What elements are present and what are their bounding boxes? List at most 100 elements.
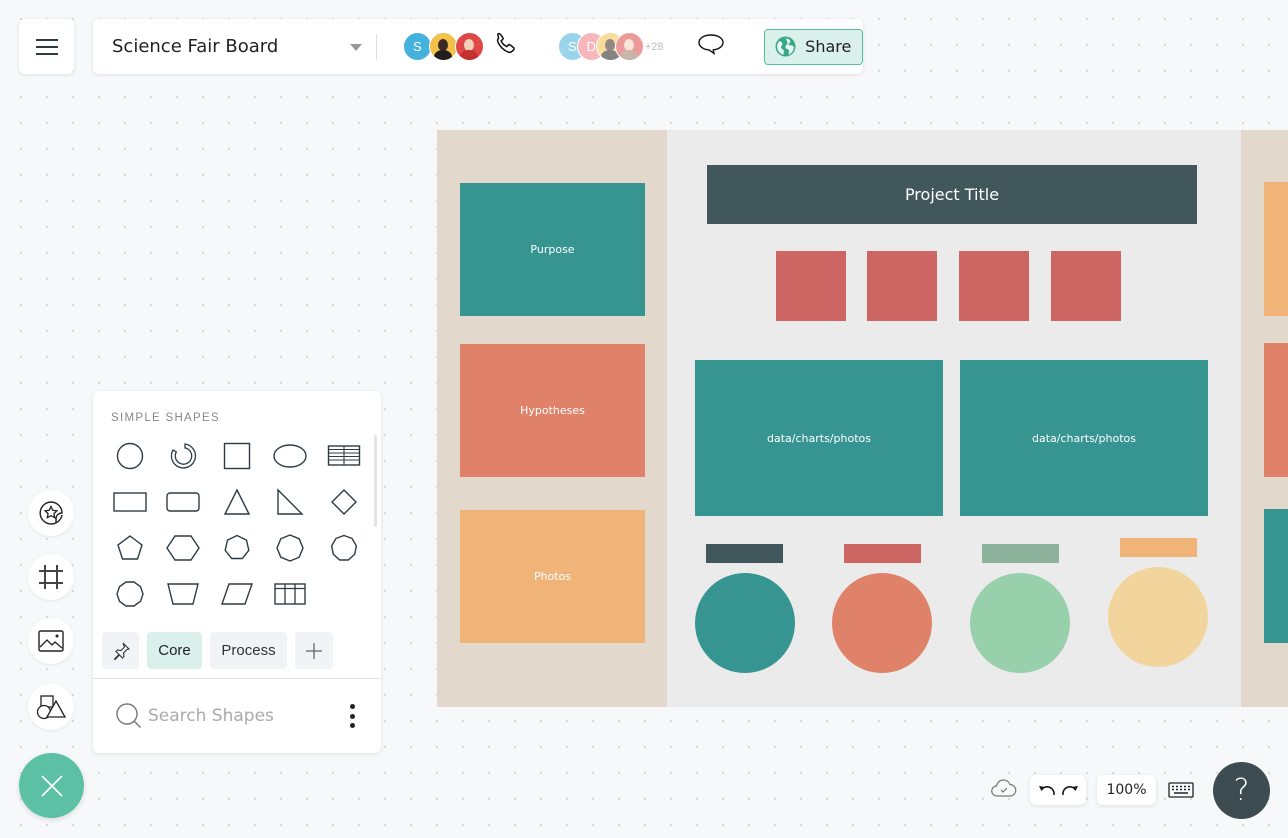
- redo-icon[interactable]: [1060, 782, 1080, 798]
- avatar-initial: D: [586, 39, 597, 54]
- image-icon: [38, 630, 64, 652]
- hamburger-icon: [35, 38, 58, 55]
- avatar[interactable]: [454, 32, 484, 61]
- shape-decagon[interactable]: [107, 571, 153, 617]
- shape-triangle[interactable]: [214, 479, 260, 525]
- label-bar[interactable]: [1120, 538, 1197, 557]
- undo-redo-group: [1030, 775, 1086, 805]
- red-square[interactable]: [1051, 251, 1121, 321]
- templates-button[interactable]: [28, 490, 74, 536]
- media-label: data/charts/photos: [1032, 431, 1136, 445]
- red-square[interactable]: [867, 251, 937, 321]
- tab-process[interactable]: Process: [210, 632, 287, 669]
- caret-down-icon[interactable]: [349, 44, 362, 51]
- tab-pinned[interactable]: [102, 632, 139, 669]
- avatar[interactable]: S: [402, 32, 432, 61]
- mint-circle[interactable]: [970, 573, 1070, 673]
- shape-parallelogram[interactable]: [214, 571, 260, 617]
- photos-label: Photos: [533, 570, 572, 583]
- close-panel-button[interactable]: [19, 753, 84, 818]
- shape-right-triangle[interactable]: [267, 479, 313, 525]
- coral-circle[interactable]: [832, 573, 932, 673]
- toolbar-divider: [375, 33, 377, 60]
- shapes-scrollbar[interactable]: [374, 435, 377, 527]
- red-square[interactable]: [959, 251, 1029, 321]
- avatar: [614, 32, 644, 61]
- keyboard-icon[interactable]: [1168, 782, 1194, 803]
- label-bar[interactable]: [844, 544, 921, 563]
- shape-rectangle[interactable]: [107, 479, 153, 525]
- shape-ellipse[interactable]: [267, 433, 313, 479]
- undo-icon[interactable]: [1037, 782, 1057, 798]
- search-icon: [116, 703, 141, 728]
- project-title-block[interactable]: Project Title: [707, 165, 1197, 224]
- red-square[interactable]: [776, 251, 846, 321]
- purpose-block[interactable]: Purpose: [460, 183, 645, 316]
- images-button[interactable]: [28, 618, 74, 664]
- media-block[interactable]: data/charts/photos: [695, 360, 943, 516]
- search-shapes-input[interactable]: [148, 706, 338, 726]
- cloud-saved-icon[interactable]: [990, 778, 1018, 803]
- avatar-initial: S: [413, 39, 422, 54]
- shape-octagon[interactable]: [267, 525, 313, 571]
- globe-icon: [775, 36, 796, 57]
- collaborators[interactable]: S D +28: [557, 32, 664, 61]
- shape-heptagon[interactable]: [214, 525, 260, 571]
- shape-ring[interactable]: [160, 433, 206, 479]
- right-block[interactable]: [1264, 182, 1288, 316]
- photos-block[interactable]: Photos: [460, 510, 645, 643]
- help-button[interactable]: ?: [1213, 762, 1270, 819]
- shape-pentagon[interactable]: [107, 525, 153, 571]
- hypotheses-label: Hypotheses: [520, 404, 585, 417]
- shapes-section-heading: SIMPLE SHAPES: [111, 412, 220, 424]
- chat-bubble-icon[interactable]: [696, 32, 726, 61]
- document-title[interactable]: Science Fair Board: [112, 36, 346, 57]
- shape-library-tabs: Core Process: [102, 632, 333, 669]
- right-block[interactable]: [1264, 509, 1288, 643]
- shape-circle[interactable]: [107, 433, 153, 479]
- avatar[interactable]: [428, 32, 458, 61]
- kebab-menu-icon[interactable]: [347, 704, 357, 728]
- phone-icon[interactable]: [492, 30, 520, 63]
- main-menu-button[interactable]: [19, 19, 74, 74]
- close-icon: [40, 774, 63, 797]
- call-participants: S: [402, 32, 484, 61]
- collaborators-more-count: +28: [644, 40, 664, 53]
- search-shapes-field: [115, 702, 345, 730]
- add-library-button[interactable]: [295, 632, 333, 669]
- shapes-button[interactable]: [28, 684, 74, 730]
- frames-button[interactable]: [28, 554, 74, 600]
- shape-table[interactable]: [267, 571, 313, 617]
- right-block[interactable]: [1264, 343, 1288, 477]
- shape-hexagon[interactable]: [160, 525, 206, 571]
- tab-core[interactable]: Core: [147, 632, 202, 669]
- shape-trapezoid[interactable]: [160, 571, 206, 617]
- plus-icon: [306, 642, 322, 659]
- science-fair-board[interactable]: Purpose Hypotheses Photos Project Title …: [437, 130, 1288, 707]
- project-title-label: Project Title: [904, 185, 1000, 204]
- purpose-label: Purpose: [530, 243, 575, 256]
- panel-divider: [93, 678, 381, 679]
- avatar-initial: S: [568, 39, 577, 54]
- cream-circle[interactable]: [1108, 567, 1208, 667]
- hypotheses-block[interactable]: Hypotheses: [460, 344, 645, 477]
- shape-striped-table[interactable]: [321, 433, 367, 479]
- media-label: data/charts/photos: [767, 431, 871, 445]
- tab-core-label: Core: [158, 642, 191, 659]
- sticker-star-icon: [39, 501, 63, 525]
- shape-nonagon[interactable]: [321, 525, 367, 571]
- share-label: Share: [805, 37, 852, 56]
- shapes-panel: SIMPLE SHAPES Core Process: [93, 391, 381, 753]
- shape-rounded-rectangle[interactable]: [160, 479, 206, 525]
- shape-diamond[interactable]: [321, 479, 367, 525]
- shape-square[interactable]: [214, 433, 260, 479]
- label-bar[interactable]: [982, 544, 1059, 563]
- share-button[interactable]: Share: [763, 28, 863, 65]
- label-bar[interactable]: [706, 544, 783, 563]
- zoom-level[interactable]: 100%: [1097, 775, 1156, 805]
- media-block[interactable]: data/charts/photos: [960, 360, 1208, 516]
- shapes-icon: [36, 695, 67, 720]
- tab-process-label: Process: [221, 642, 276, 659]
- pin-icon: [113, 642, 130, 660]
- teal-circle[interactable]: [695, 573, 795, 673]
